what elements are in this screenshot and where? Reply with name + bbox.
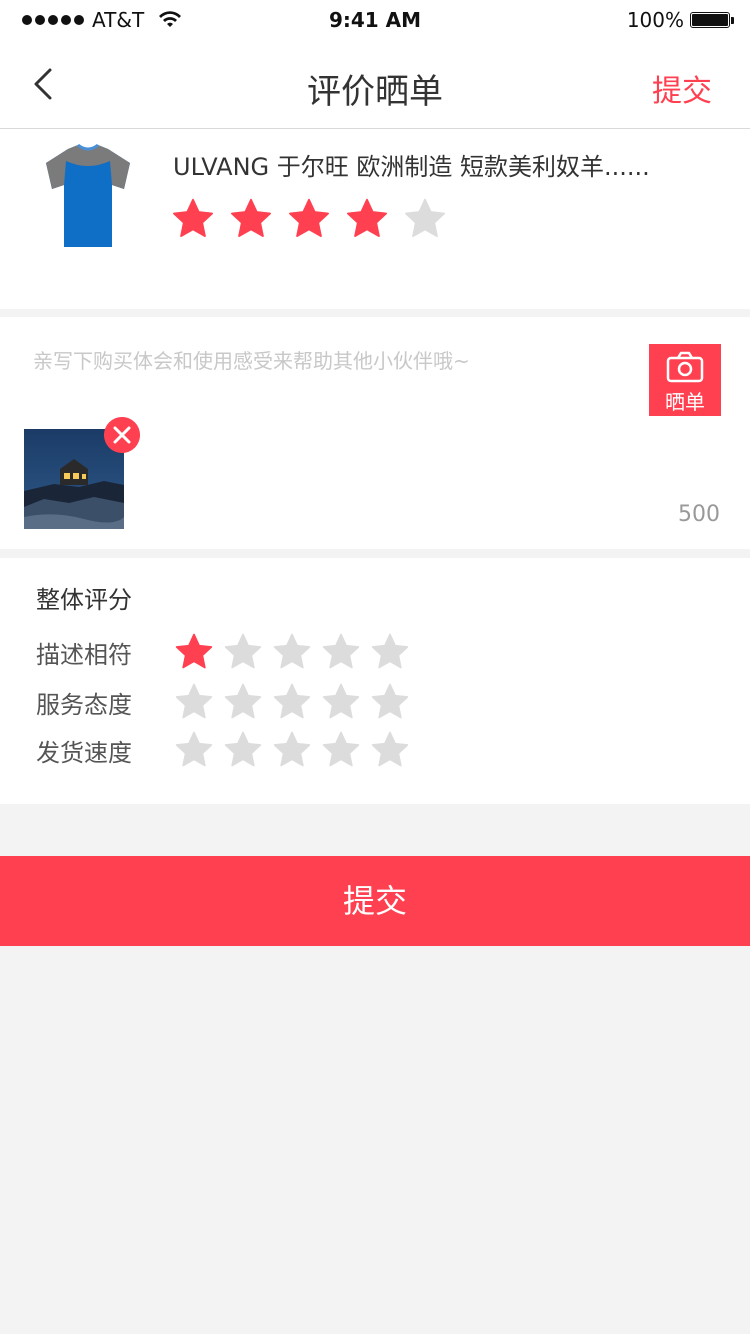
overall-rating-section: 整体评分 描述相符 服务态度 发货速度 — [0, 558, 750, 804]
star-icon[interactable] — [370, 682, 410, 722]
nav-submit-button[interactable]: 提交 — [652, 66, 712, 110]
star-icon[interactable] — [229, 197, 273, 241]
star-icon[interactable] — [370, 730, 410, 770]
battery-icon — [690, 12, 734, 28]
star-icon[interactable] — [272, 682, 312, 722]
rating-row-service: 服务态度 — [36, 682, 410, 722]
char-counter: 500 — [678, 502, 720, 527]
product-name: ULVANG 于尔旺 欧洲制造 短款美利奴羊...... — [173, 153, 650, 181]
star-icon[interactable] — [174, 682, 214, 722]
star-icon[interactable] — [272, 730, 312, 770]
rating-stars[interactable] — [174, 730, 410, 770]
page-title: 评价晒单 — [307, 72, 443, 112]
rating-section-title: 整体评分 — [36, 586, 132, 614]
star-icon[interactable] — [321, 632, 361, 672]
star-icon[interactable] — [403, 197, 447, 241]
rating-row-shipping: 发货速度 — [36, 730, 410, 770]
product-card: ULVANG 于尔旺 欧洲制造 短款美利奴羊...... — [0, 129, 750, 309]
star-icon[interactable] — [223, 730, 263, 770]
rating-row-description: 描述相符 — [36, 632, 410, 672]
rating-label: 描述相符 — [36, 640, 132, 669]
rating-stars[interactable] — [174, 682, 410, 722]
star-icon[interactable] — [321, 682, 361, 722]
status-bar: AT&T 9:41 AM 100% — [0, 0, 750, 42]
battery-percent: 100% — [626, 8, 684, 32]
star-icon[interactable] — [171, 197, 215, 241]
review-input[interactable]: 亲写下购买体会和使用感受来帮助其他小伙伴哦~ — [33, 345, 633, 374]
star-icon[interactable] — [287, 197, 331, 241]
star-icon[interactable] — [272, 632, 312, 672]
star-icon[interactable] — [321, 730, 361, 770]
rating-stars[interactable] — [174, 632, 410, 672]
battery-group: 100% — [626, 8, 734, 32]
nav-bar: 评价晒单 提交 — [0, 42, 750, 129]
rating-label: 服务态度 — [36, 690, 132, 719]
star-icon[interactable] — [223, 632, 263, 672]
camera-icon — [666, 351, 704, 383]
star-icon[interactable] — [345, 197, 389, 241]
star-icon[interactable] — [174, 632, 214, 672]
add-photo-label: 晒单 — [665, 390, 705, 414]
product-rating[interactable] — [171, 197, 447, 241]
review-section: 亲写下购买体会和使用感受来帮助其他小伙伴哦~ 晒单 500 — [0, 317, 750, 549]
submit-button[interactable]: 提交 — [0, 856, 750, 946]
add-photo-button[interactable]: 晒单 — [649, 344, 721, 416]
rating-label: 发货速度 — [36, 738, 132, 767]
star-icon[interactable] — [370, 632, 410, 672]
star-icon[interactable] — [223, 682, 263, 722]
star-icon[interactable] — [174, 730, 214, 770]
product-image — [46, 143, 130, 247]
remove-photo-icon[interactable] — [104, 417, 140, 453]
